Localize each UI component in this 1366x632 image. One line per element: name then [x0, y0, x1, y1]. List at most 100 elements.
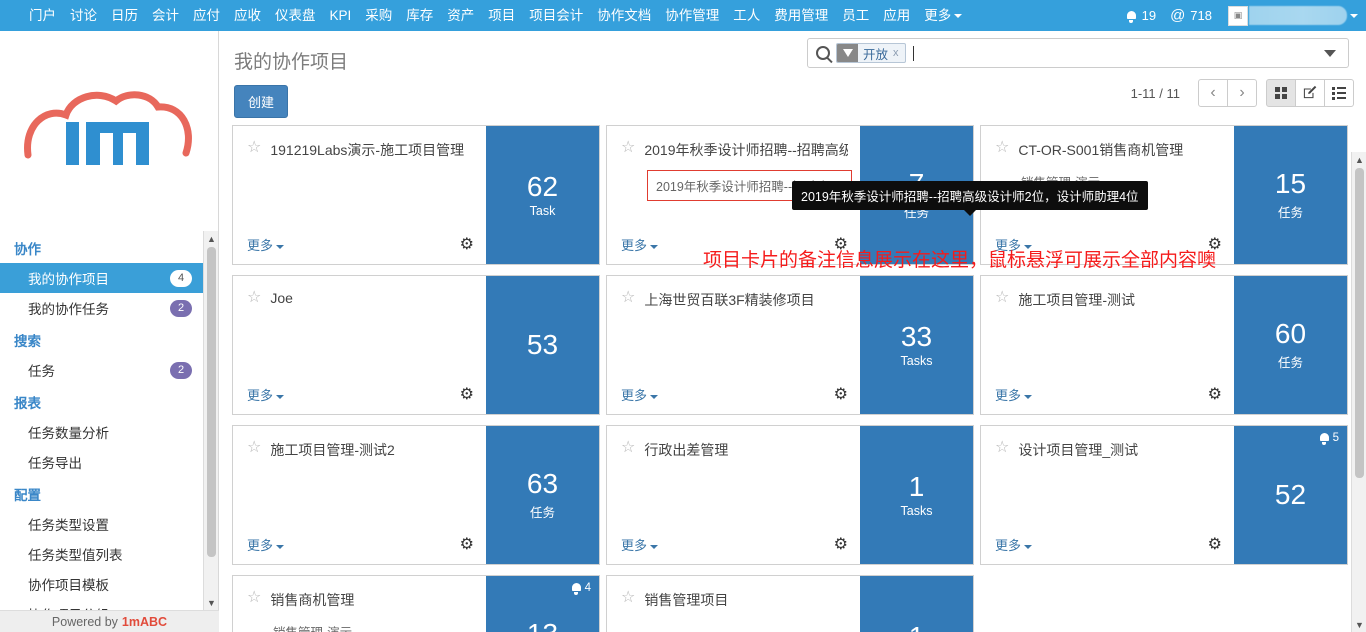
star-icon[interactable]: ☆ [247, 140, 261, 156]
card-more-dropdown[interactable]: 更多 [247, 385, 285, 404]
previous-page-button[interactable]: ‹ [1198, 79, 1228, 107]
card-task-panel[interactable]: 62 Task [486, 126, 599, 264]
top-menu-item-10[interactable]: 资产 [440, 0, 481, 31]
star-icon[interactable]: ☆ [247, 590, 261, 606]
card-task-panel[interactable]: 413任务 [486, 576, 599, 632]
sidebar-item-3-3[interactable]: 协作项目分组 [0, 599, 204, 610]
main-scroll-down-arrow-icon[interactable]: ▼ [1352, 617, 1366, 632]
next-page-button[interactable]: › [1227, 79, 1257, 107]
card-title: ☆ 191219Labs演示-施工项目管理 [247, 140, 474, 160]
top-menu-item-13[interactable]: 协作文档 [590, 0, 658, 31]
card-title-text: 销售管理项目 [644, 592, 729, 608]
sidebar-item-3-2[interactable]: 协作项目模板 [0, 569, 204, 599]
gear-icon[interactable]: ⚙ [460, 236, 474, 253]
card-more-dropdown[interactable]: 更多 [247, 235, 285, 254]
card-task-panel[interactable]: 60 任务 [1234, 276, 1347, 414]
form-view-button[interactable] [1295, 79, 1325, 107]
scroll-down-arrow-icon[interactable]: ▼ [204, 595, 219, 610]
gear-icon[interactable]: ⚙ [460, 536, 474, 553]
main-scroll-up-arrow-icon[interactable]: ▲ [1352, 152, 1366, 167]
top-menu-item-1[interactable]: 讨论 [63, 0, 104, 31]
gear-icon[interactable]: ⚙ [834, 386, 848, 403]
caret-down-icon [1024, 544, 1033, 549]
star-icon[interactable]: ☆ [621, 590, 635, 606]
star-icon[interactable]: ☆ [995, 140, 1009, 156]
card-task-panel[interactable]: 1Tasks [860, 426, 973, 564]
top-menu-item-0[interactable]: 门户 [22, 0, 63, 31]
gear-icon[interactable]: ⚙ [1208, 386, 1222, 403]
project-card[interactable]: ☆销售商机管理销售管理-演示更多⚙413任务 [232, 575, 600, 632]
avatar: ▣ [1228, 5, 1248, 26]
top-menu-item-18[interactable]: 应用 [876, 0, 917, 31]
kanban-view-button[interactable] [1266, 79, 1296, 107]
gear-icon[interactable]: ⚙ [1208, 536, 1222, 553]
top-menu-item-14[interactable]: 协作管理 [658, 0, 726, 31]
card-more-dropdown[interactable]: 更多 [995, 385, 1033, 404]
top-menu-item-16[interactable]: 费用管理 [767, 0, 835, 31]
project-card[interactable]: ☆销售管理项目更多⚙1Tasks [606, 575, 974, 632]
star-icon[interactable]: ☆ [995, 290, 1009, 306]
facet-remove-icon[interactable]: x [893, 47, 905, 59]
star-icon[interactable]: ☆ [247, 290, 261, 306]
top-menu-item-12[interactable]: 项目会计 [522, 0, 590, 31]
top-menu-item-11[interactable]: 项目 [481, 0, 522, 31]
star-icon[interactable]: ☆ [621, 290, 635, 306]
top-menu-item-2[interactable]: 日历 [104, 0, 145, 31]
project-card[interactable]: ☆ Joe 更多 ⚙ 53 [232, 275, 600, 415]
card-more-dropdown[interactable]: 更多 [621, 235, 659, 254]
card-more-dropdown[interactable]: 更多 [247, 535, 285, 554]
main-scrollbar[interactable]: ▲ ▼ [1351, 152, 1366, 632]
top-menu-item-3[interactable]: 会计 [145, 0, 186, 31]
sidebar-item-1-0[interactable]: 任务 2 [0, 355, 204, 385]
top-menu-more[interactable]: 更多 [917, 0, 969, 31]
project-card[interactable]: ☆ 施工项目管理-测试 更多 ⚙ 60 任务 [980, 275, 1348, 415]
top-menu-item-7[interactable]: KPI [323, 0, 359, 31]
sidebar-item-0-1[interactable]: 我的协作任务 2 [0, 293, 204, 323]
star-icon[interactable]: ☆ [621, 440, 635, 456]
filter-facet-open[interactable]: 开放 x [836, 43, 906, 63]
gear-icon[interactable]: ⚙ [460, 386, 474, 403]
mentions-indicator[interactable]: @ 718 [1170, 8, 1212, 23]
top-menu-item-6[interactable]: 仪表盘 [268, 0, 323, 31]
card-more-dropdown[interactable]: 更多 [621, 535, 659, 554]
project-card[interactable]: ☆ 上海世贸百联3F精装修项目 更多 ⚙ 33 Tasks [606, 275, 974, 415]
sidebar-item-3-1[interactable]: 任务类型值列表 [0, 539, 204, 569]
card-task-panel[interactable]: 63 任务 [486, 426, 599, 564]
notifications-indicator[interactable]: 19 [1126, 8, 1156, 23]
star-icon[interactable]: ☆ [621, 140, 635, 156]
scroll-up-arrow-icon[interactable]: ▲ [204, 231, 219, 246]
card-task-panel[interactable]: 33 Tasks [860, 276, 973, 414]
sidebar-scrollbar-thumb[interactable] [207, 247, 216, 557]
sidebar-item-2-0[interactable]: 任务数量分析 [0, 417, 204, 447]
top-menu-item-15[interactable]: 工人 [726, 0, 767, 31]
gear-icon[interactable]: ⚙ [834, 536, 848, 553]
sidebar-item-2-1[interactable]: 任务导出 [0, 447, 204, 477]
top-navigation-bar: 门户 讨论 日历 会计 应付 应收 仪表盘 KPI 采购 库存 资产 项目 项目会计 协作文档 协作管理 工人… [0, 0, 1366, 31]
user-menu[interactable]: ▣ [1228, 5, 1358, 26]
card-more-dropdown[interactable]: 更多 [995, 535, 1033, 554]
top-menu-item-4[interactable]: 应付 [186, 0, 227, 31]
top-menu-item-5[interactable]: 应收 [227, 0, 268, 31]
card-task-panel[interactable]: 5 52 [1234, 426, 1347, 564]
sidebar-item-3-0[interactable]: 任务类型设置 [0, 509, 204, 539]
top-menu-item-17[interactable]: 员工 [835, 0, 876, 31]
card-task-panel[interactable]: 15 任务 [1234, 126, 1347, 264]
sidebar-scrollbar[interactable]: ▲ ▼ [203, 231, 218, 610]
project-card[interactable]: ☆ 设计项目管理_测试 更多 ⚙ 5 52 [980, 425, 1348, 565]
star-icon[interactable]: ☆ [247, 440, 261, 456]
search-bar[interactable]: 开放 x [807, 38, 1349, 68]
card-task-panel[interactable]: 53 [486, 276, 599, 414]
sidebar-item-0-0[interactable]: 我的协作项目 4 [0, 263, 204, 293]
list-view-button[interactable] [1324, 79, 1354, 107]
star-icon[interactable]: ☆ [995, 440, 1009, 456]
create-button[interactable]: 创建 [234, 85, 289, 118]
main-scrollbar-thumb[interactable] [1355, 168, 1364, 478]
project-card[interactable]: ☆ 施工项目管理-测试2 更多 ⚙ 63 任务 [232, 425, 600, 565]
search-dropdown-toggle-icon[interactable] [1324, 49, 1336, 57]
card-task-panel[interactable]: 1Tasks [860, 576, 973, 632]
card-more-dropdown[interactable]: 更多 [621, 385, 659, 404]
project-card[interactable]: ☆ 191219Labs演示-施工项目管理 更多 ⚙ 62 Task [232, 125, 600, 265]
project-card[interactable]: ☆ 行政出差管理 更多 ⚙ 1 Tasks [606, 425, 974, 565]
top-menu-item-8[interactable]: 采购 [358, 0, 399, 31]
top-menu-item-9[interactable]: 库存 [399, 0, 440, 31]
